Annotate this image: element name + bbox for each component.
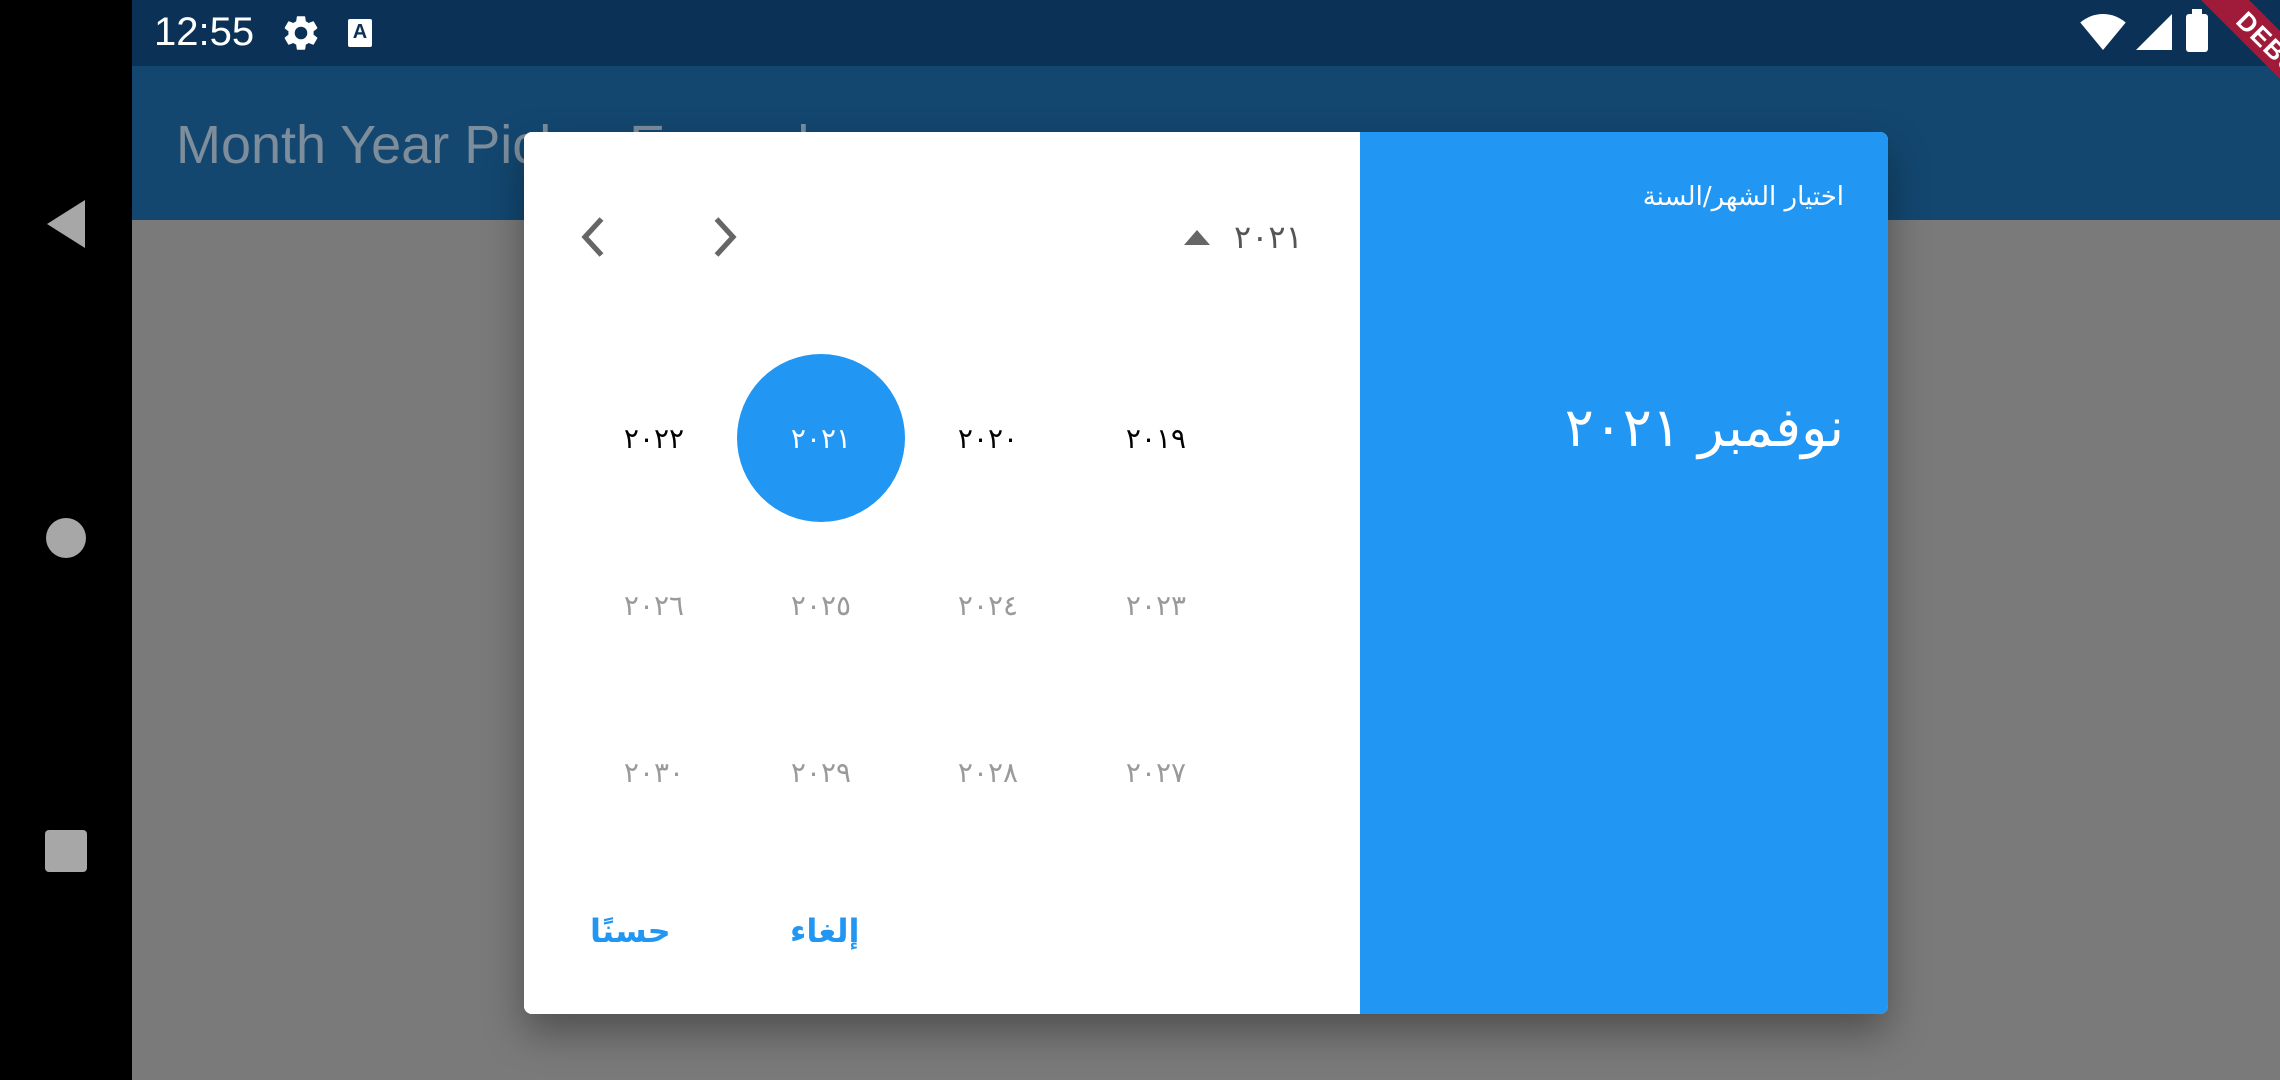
chevron-right-icon[interactable]: [706, 214, 742, 260]
current-year-label: ٢٠٢١: [1234, 218, 1303, 256]
home-icon: [46, 518, 86, 558]
year-2030: ٢٠٣٠: [623, 755, 685, 789]
back-icon: [47, 200, 85, 248]
picker-header: اختيار الشهر/السنة نوفمبر ٢٠٢١: [1360, 132, 1888, 1014]
year-2025: ٢٠٢٥: [790, 588, 852, 622]
home-button[interactable]: [0, 518, 132, 558]
back-button[interactable]: [0, 200, 132, 248]
month-year-picker-dialog: ٢٠٢١ ٢٠٢٢ ٢٠٢١ ٢٠٢٠ ٢٠١٩ ٢٠٢٦ ٢٠٢٥ ٢٠٢٤ …: [524, 132, 1888, 1014]
chevron-left-icon[interactable]: [576, 214, 612, 260]
battery-icon: [2186, 9, 2208, 52]
picker-body: ٢٠٢١ ٢٠٢٢ ٢٠٢١ ٢٠٢٠ ٢٠١٩ ٢٠٢٦ ٢٠٢٥ ٢٠٢٤ …: [524, 132, 1360, 1014]
system-navigation-bar: [0, 0, 132, 1080]
recents-button[interactable]: [0, 830, 132, 872]
year-selector-toggle[interactable]: ٢٠٢١: [1184, 212, 1303, 262]
gear-icon: [284, 16, 318, 50]
year-2029: ٢٠٢٩: [790, 755, 852, 789]
a-keyboard-icon: A: [348, 19, 372, 47]
year-2021-selected[interactable]: ٢٠٢١: [737, 354, 905, 522]
selected-month-year: نوفمبر ٢٠٢١: [1564, 396, 1844, 459]
status-bar: 12:55 A: [132, 0, 2280, 66]
year-2022[interactable]: ٢٠٢٢: [570, 354, 738, 522]
ok-button[interactable]: حسنًا: [590, 912, 671, 950]
year-2020[interactable]: ٢٠٢٠: [904, 354, 1072, 522]
status-time: 12:55: [154, 10, 255, 54]
recents-icon: [45, 830, 87, 872]
year-2019[interactable]: ٢٠١٩: [1072, 354, 1240, 522]
year-2028: ٢٠٢٨: [957, 755, 1019, 789]
year-2027: ٢٠٢٧: [1125, 755, 1187, 789]
wifi-icon: [2080, 14, 2126, 50]
caret-up-icon: [1184, 229, 1210, 245]
year-2026: ٢٠٢٦: [623, 588, 685, 622]
cancel-button[interactable]: إلغاء: [790, 912, 859, 950]
signal-icon: [2136, 14, 2172, 50]
year-2023: ٢٠٢٣: [1125, 588, 1187, 622]
header-caption: اختيار الشهر/السنة: [1642, 182, 1844, 212]
app-screen: 12:55 A Month Year Picker Example DEBUG …: [132, 0, 2280, 1080]
year-2024: ٢٠٢٤: [957, 588, 1019, 622]
